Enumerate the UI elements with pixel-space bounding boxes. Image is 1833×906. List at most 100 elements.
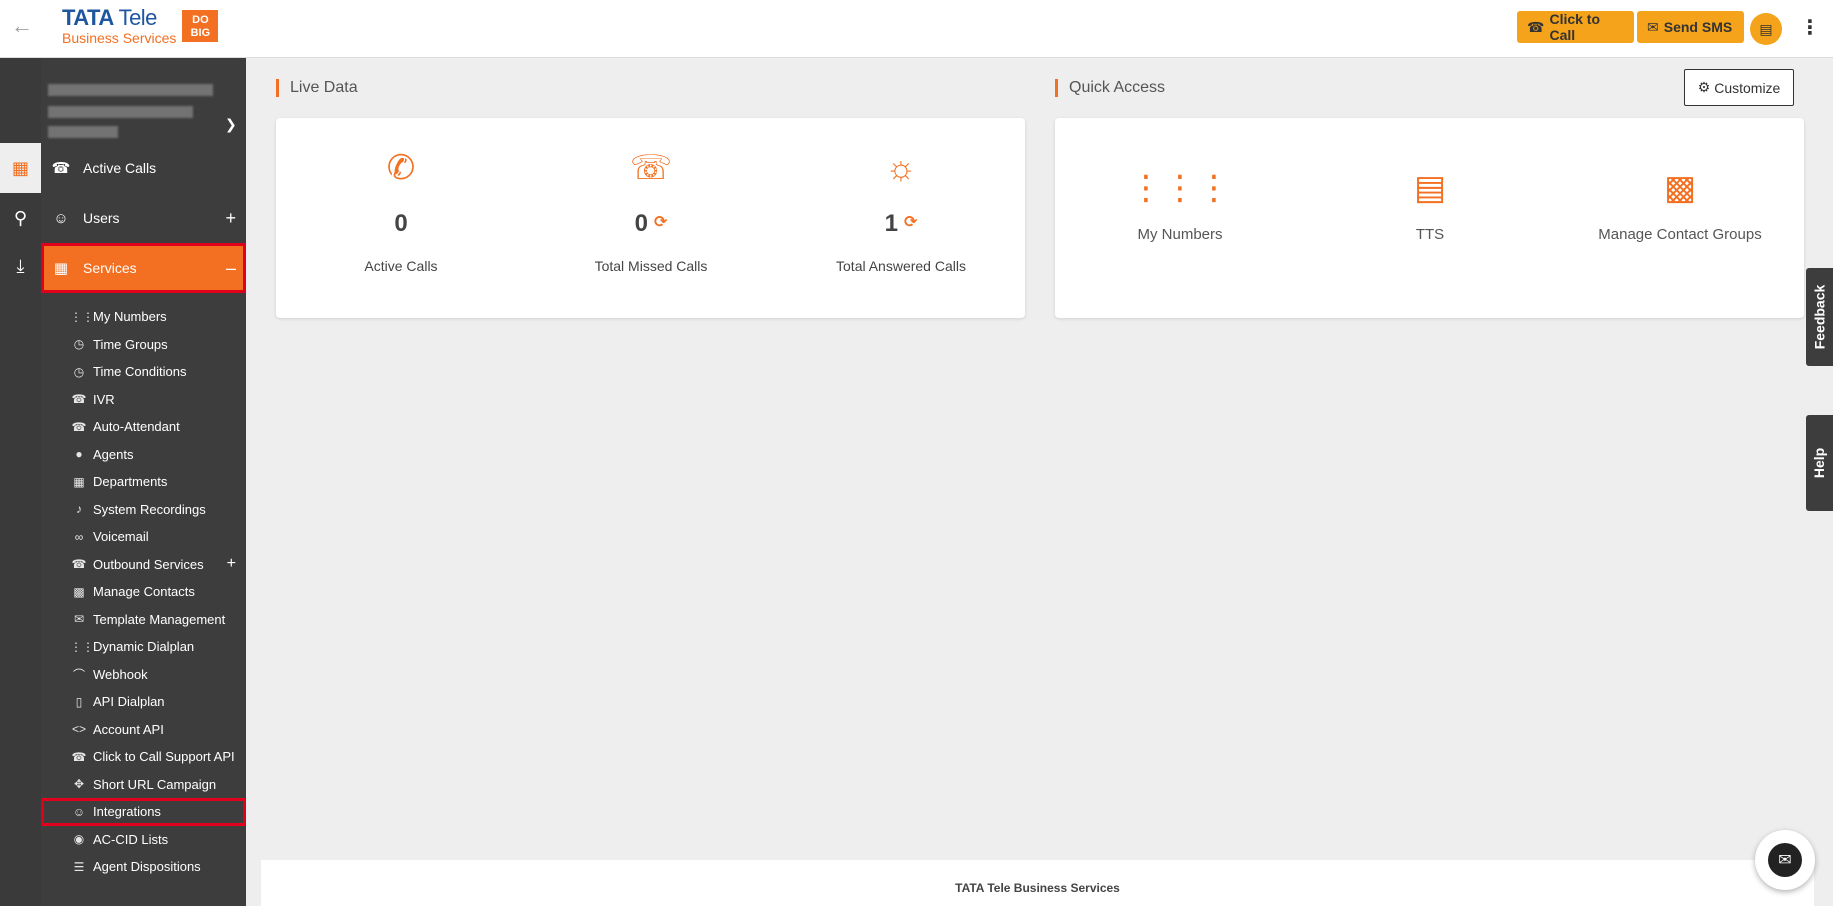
- download-icon[interactable]: ⤓: [0, 241, 41, 291]
- sidebar-item-outbound-services[interactable]: ☎ Outbound Services +: [41, 551, 246, 579]
- sidebar-item-time-groups[interactable]: ◷ Time Groups: [41, 331, 246, 359]
- quick-access-label: Manage Contact Groups: [1598, 226, 1762, 243]
- mail-icon: ✉: [1647, 18, 1659, 35]
- help-label: Help: [1811, 447, 1828, 479]
- refresh-icon[interactable]: ⟳: [904, 214, 917, 231]
- sidebar-item-label: System Recordings: [93, 501, 206, 517]
- sidebar-item-manage-contacts[interactable]: ▩ Manage Contacts: [41, 578, 246, 606]
- person-icon: ●: [75, 447, 83, 462]
- logo-badge: DO BIG: [182, 10, 219, 42]
- chat-icon: ✉: [1768, 843, 1802, 877]
- group-icon: ☺: [72, 804, 86, 819]
- sidebar-item-label: My Numbers: [93, 309, 167, 325]
- sidebar-item-label: Users: [83, 210, 120, 226]
- logo-badge-line2: BIG: [190, 27, 211, 39]
- notes-icon[interactable]: ▤: [1750, 13, 1782, 45]
- dashboard-icon[interactable]: ▦: [0, 143, 41, 193]
- phone-icon: ☎: [71, 749, 87, 764]
- sidebar-item-label: Agents: [93, 446, 134, 462]
- sidebar-item-label: Webhook: [93, 666, 148, 682]
- back-arrow-icon[interactable]: ←: [10, 14, 34, 38]
- feedback-label: Feedback: [1811, 284, 1828, 350]
- sidebar-item-dynamic-dialplan[interactable]: ⋮⋮ Dynamic Dialplan: [41, 633, 246, 661]
- alarm-icon: ◷: [73, 337, 85, 352]
- move-icon: ✥: [73, 777, 85, 792]
- refresh-icon[interactable]: ⟳: [654, 214, 667, 231]
- send-sms-button[interactable]: ✉ Send SMS: [1637, 11, 1744, 43]
- stat-value: 0: [276, 210, 526, 238]
- chevron-down-icon[interactable]: ❯: [225, 116, 237, 133]
- list-icon: ▤: [1413, 169, 1447, 207]
- sidebar-item-account-api[interactable]: <> Account API: [41, 716, 246, 744]
- more-options-icon[interactable]: ⋮: [1800, 16, 1820, 40]
- sidebar-item-voicemail[interactable]: ∞ Voicemail: [41, 523, 246, 551]
- quick-access-tts[interactable]: ▤ TTS: [1305, 118, 1555, 318]
- sidebar-item-system-recordings[interactable]: ♪ System Recordings: [41, 496, 246, 524]
- sidebar-item-auto-attendant[interactable]: ☎ Auto-Attendant: [41, 413, 246, 441]
- quick-access-manage-contact-groups[interactable]: ▩ Manage Contact Groups: [1555, 118, 1805, 318]
- mail-icon: ✉: [73, 612, 85, 627]
- hearing-icon: ☼: [885, 149, 917, 187]
- profile-panel[interactable]: ❯: [41, 58, 246, 150]
- sidebar-item-services[interactable]: ▦ Services –: [41, 243, 246, 293]
- dialpad-icon: ⋮⋮: [70, 309, 94, 324]
- sidebar-item-agents[interactable]: ● Agents: [41, 441, 246, 469]
- collapse-minus-icon[interactable]: –: [226, 258, 236, 279]
- sidebar-item-template-management[interactable]: ✉ Template Management: [41, 606, 246, 634]
- stat-total-missed-calls[interactable]: ☏ 0 ⟳ Total Missed Calls: [526, 118, 776, 318]
- sidebar-item-agent-dispositions[interactable]: ☰ Agent Dispositions: [41, 853, 246, 881]
- expand-plus-icon[interactable]: +: [227, 555, 236, 573]
- sidebar-item-webhook[interactable]: ⌒ Webhook: [41, 661, 246, 689]
- stat-active-calls[interactable]: ✆ 0 Active Calls: [276, 118, 526, 318]
- contacts-icon: ▩: [1663, 169, 1697, 207]
- quick-access-title: Quick Access: [1055, 78, 1165, 98]
- quick-access-label: TTS: [1415, 226, 1445, 243]
- phone-forward-icon: ☎: [71, 392, 87, 407]
- quick-access-label: My Numbers: [1137, 226, 1223, 243]
- users-icon: ☺: [53, 209, 69, 227]
- footer-text: TATA Tele Business Services: [955, 881, 1120, 895]
- sidebar-item-ivr[interactable]: ☎ IVR: [41, 386, 246, 414]
- stat-total-answered-calls[interactable]: ☼ 1 ⟳ Total Answered Calls: [776, 118, 1026, 318]
- quick-access-card: ⋮⋮⋮ My Numbers ▤ TTS ▩ Manage Contact Gr…: [1055, 118, 1804, 318]
- stat-value: 0 ⟳: [526, 210, 776, 238]
- stat-label: Total Missed Calls: [594, 258, 708, 274]
- quick-access-my-numbers[interactable]: ⋮⋮⋮ My Numbers: [1055, 118, 1305, 318]
- sidebar-item-api-dialplan[interactable]: ▯ API Dialplan: [41, 688, 246, 716]
- sidebar-item-label: Agent Dispositions: [93, 859, 201, 875]
- sidebar-item-ac-cid-lists[interactable]: ◉ AC-CID Lists: [41, 826, 246, 854]
- sidebar-item-time-conditions[interactable]: ◷ Time Conditions: [41, 358, 246, 386]
- logo-badge-line1: DO: [192, 14, 209, 26]
- logo-tele: Tele: [118, 5, 158, 30]
- click-to-call-button[interactable]: ☎ Click to Call: [1517, 11, 1634, 43]
- sidebar-item-users[interactable]: ☺ Users +: [41, 193, 246, 243]
- phone-forward-icon: ☎: [71, 419, 87, 434]
- code-icon: <>: [71, 722, 86, 737]
- sidebar-item-label: Short URL Campaign: [93, 776, 217, 792]
- customize-label: Customize: [1714, 79, 1781, 96]
- sidebar-item-click-to-call-support-api[interactable]: ☎ Click to Call Support API: [41, 743, 246, 771]
- expand-plus-icon[interactable]: +: [225, 208, 236, 229]
- grid-icon: ▦: [53, 260, 69, 277]
- sidebar-item-label: Outbound Services: [93, 556, 204, 572]
- sidebar-item-active-calls[interactable]: ☎ Active Calls: [41, 143, 246, 193]
- sidebar-item-short-url-campaign[interactable]: ✥ Short URL Campaign: [41, 771, 246, 799]
- mobile-icon: ▯: [75, 694, 83, 709]
- sidebar-item-departments[interactable]: ▦ Departments: [41, 468, 246, 496]
- chat-button[interactable]: ✉: [1755, 830, 1815, 890]
- dialpad-icon: ⋮⋮: [70, 639, 94, 654]
- search-icon[interactable]: ⚲: [0, 193, 41, 243]
- feedback-tab[interactable]: Feedback: [1806, 268, 1833, 366]
- logo[interactable]: TATA Tele Business Services DO BIG: [62, 5, 219, 45]
- gear-icon: ⚙: [1697, 79, 1711, 95]
- phone-icon: ☎: [1527, 18, 1545, 35]
- services-submenu: ⋮⋮ My Numbers ◷ Time Groups ◷ Time Conditio…: [41, 303, 246, 881]
- sidebar-item-label: Departments: [93, 474, 168, 490]
- sidebar-item-label: Manage Contacts: [93, 584, 195, 600]
- customize-button[interactable]: ⚙ Customize: [1684, 69, 1794, 106]
- sidebar-item-label: Integrations: [93, 804, 161, 820]
- sidebar-item-integrations[interactable]: ☺ Integrations: [41, 798, 246, 826]
- sidebar-item-my-numbers[interactable]: ⋮⋮ My Numbers: [41, 303, 246, 331]
- help-tab[interactable]: Help: [1806, 415, 1833, 511]
- outbound-icon: ☎: [71, 557, 87, 572]
